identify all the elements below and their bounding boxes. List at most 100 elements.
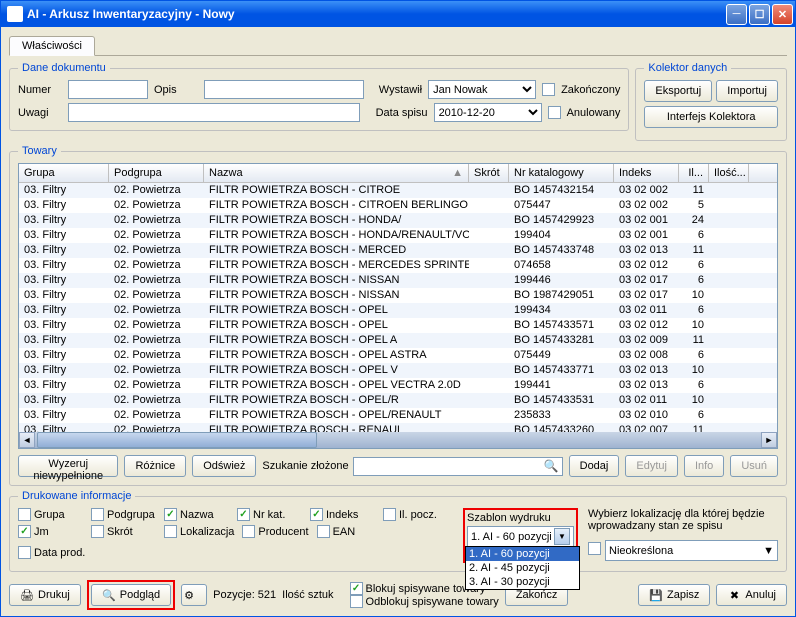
chk-producent[interactable]	[242, 525, 255, 538]
table-row[interactable]: 03. Filtry02. PowietrzaFILTR POWIETRZA B…	[19, 318, 777, 333]
print-icon: 🖨	[20, 588, 34, 602]
podglad-button[interactable]: 🔍Podgląd	[91, 584, 171, 606]
save-icon: 💾	[649, 588, 663, 602]
col-skrot[interactable]: Skrót	[469, 164, 509, 182]
settings-down-button[interactable]: ⚙	[181, 584, 207, 606]
importuj-button[interactable]: Importuj	[716, 80, 778, 102]
gear-icon: ⚙	[184, 589, 194, 602]
scroll-right-arrow[interactable]: ►	[761, 432, 777, 448]
col-grupa[interactable]: Grupa	[19, 164, 109, 182]
table-row[interactable]: 03. Filtry02. PowietrzaFILTR POWIETRZA B…	[19, 303, 777, 318]
minimize-button[interactable]: ─	[726, 4, 747, 25]
chevron-down-icon[interactable]: ▼	[763, 545, 774, 557]
towary-group: Towary Grupa Podgrupa Nazwa▲ Skrót Nr ka…	[9, 145, 787, 486]
chk-lokal[interactable]	[588, 542, 601, 555]
anulowany-label: Anulowany	[567, 107, 621, 119]
odswiez-button[interactable]: Odśwież	[192, 455, 256, 477]
chk-blokuj[interactable]: ✓	[350, 582, 363, 595]
szablon-dropdown[interactable]: 1. AI - 60 pozycji 2. AI - 45 pozycji 3.…	[465, 546, 580, 590]
table-row[interactable]: 03. Filtry02. PowietrzaFILTR POWIETRZA B…	[19, 243, 777, 258]
col-nazwa[interactable]: Nazwa▲	[204, 164, 469, 182]
zakonczony-checkbox[interactable]	[542, 83, 555, 96]
dodaj-button[interactable]: Dodaj	[569, 455, 620, 477]
eksportuj-button[interactable]: Eksportuj	[644, 80, 712, 102]
col-podgrupa[interactable]: Podgrupa	[109, 164, 204, 182]
table-row[interactable]: 03. Filtry02. PowietrzaFILTR POWIETRZA B…	[19, 228, 777, 243]
usun-button[interactable]: Usuń	[730, 455, 778, 477]
table-row[interactable]: 03. Filtry02. PowietrzaFILTR POWIETRZA B…	[19, 423, 777, 432]
szablon-option-2[interactable]: 2. AI - 45 pozycji	[466, 561, 579, 575]
wystawil-select[interactable]: Jan Nowak	[428, 80, 536, 99]
zapisz-button[interactable]: 💾Zapisz	[638, 584, 710, 606]
scroll-thumb[interactable]	[37, 432, 317, 448]
app-window: AI - Arkusz Inwentaryzacyjny - Nowy ─ ☐ …	[0, 0, 796, 617]
col-indeks[interactable]: Indeks	[614, 164, 679, 182]
tabstrip: Właściwości	[9, 31, 787, 56]
chk-ilpocz[interactable]	[383, 508, 396, 521]
chk-dataprod[interactable]	[18, 546, 31, 559]
szablon-option-3[interactable]: 3. AI - 30 pozycji	[466, 575, 579, 589]
opis-input[interactable]	[204, 80, 364, 99]
search-input[interactable]	[353, 457, 563, 476]
numer-input[interactable]	[68, 80, 148, 99]
chevron-down-icon[interactable]: ▼	[554, 528, 570, 545]
chk-jm[interactable]: ✓	[18, 525, 31, 538]
close-button[interactable]: ✕	[772, 4, 793, 25]
table-row[interactable]: 03. Filtry02. PowietrzaFILTR POWIETRZA B…	[19, 348, 777, 363]
chk-nazwa[interactable]: ✓	[164, 508, 177, 521]
anuluj-button[interactable]: ✖Anuluj	[716, 584, 787, 606]
tab-properties[interactable]: Właściwości	[9, 36, 95, 56]
search-icon[interactable]: 🔍	[544, 459, 559, 473]
table-row[interactable]: 03. Filtry02. PowietrzaFILTR POWIETRZA B…	[19, 198, 777, 213]
uwagi-input[interactable]	[68, 103, 360, 122]
col-ilosc[interactable]: Ilość...	[709, 164, 749, 182]
table-row[interactable]: 03. Filtry02. PowietrzaFILTR POWIETRZA B…	[19, 258, 777, 273]
szablon-box: Szablon wydruku 1. AI - 60 pozycji ▼ 1. …	[463, 508, 578, 563]
szablon-label: Szablon wydruku	[467, 512, 574, 524]
dataspisu-input[interactable]: 2010-12-20	[434, 103, 542, 122]
table-row[interactable]: 03. Filtry02. PowietrzaFILTR POWIETRZA B…	[19, 183, 777, 198]
horizontal-scrollbar[interactable]: ◄ ►	[19, 432, 777, 448]
maximize-button[interactable]: ☐	[749, 4, 770, 25]
info-button[interactable]: Info	[684, 455, 724, 477]
table-row[interactable]: 03. Filtry02. PowietrzaFILTR POWIETRZA B…	[19, 273, 777, 288]
table-row[interactable]: 03. Filtry02. PowietrzaFILTR POWIETRZA B…	[19, 378, 777, 393]
titlebar[interactable]: AI - Arkusz Inwentaryzacyjny - Nowy ─ ☐ …	[1, 1, 795, 27]
table-row[interactable]: 03. Filtry02. PowietrzaFILTR POWIETRZA B…	[19, 288, 777, 303]
chk-indeks[interactable]: ✓	[310, 508, 323, 521]
szablon-option-1[interactable]: 1. AI - 60 pozycji	[466, 547, 579, 561]
dataspisu-label: Data spisu	[376, 107, 428, 119]
chk-lokalizacja[interactable]	[164, 525, 177, 538]
grid-body[interactable]: 03. Filtry02. PowietrzaFILTR POWIETRZA B…	[19, 183, 777, 432]
towary-grid[interactable]: Grupa Podgrupa Nazwa▲ Skrót Nr katalogow…	[18, 163, 778, 449]
lokal-combobox[interactable]: Nieokreślona ▼	[605, 540, 778, 561]
lokalizacja-box: Wybierz lokalizację dla której będzie wp…	[588, 508, 778, 563]
roznice-button[interactable]: Różnice	[124, 455, 186, 477]
chk-podgrupa[interactable]	[91, 508, 104, 521]
wyzeruj-button[interactable]: Wyzeruj niewypełnione	[18, 455, 118, 477]
dane-dokumentu-group: Dane dokumentu Numer Opis Wystawił Jan N…	[9, 62, 629, 131]
szukanie-label: Szukanie złożone	[262, 460, 348, 472]
drukowane-legend: Drukowane informacje	[18, 490, 135, 502]
table-row[interactable]: 03. Filtry02. PowietrzaFILTR POWIETRZA B…	[19, 213, 777, 228]
lokal-label: Wybierz lokalizację dla której będzie wp…	[588, 508, 778, 532]
chk-nrkat[interactable]: ✓	[237, 508, 250, 521]
col-il[interactable]: Il...	[679, 164, 709, 182]
chk-ean[interactable]	[317, 525, 330, 538]
grid-header[interactable]: Grupa Podgrupa Nazwa▲ Skrót Nr katalogow…	[19, 164, 777, 183]
table-row[interactable]: 03. Filtry02. PowietrzaFILTR POWIETRZA B…	[19, 333, 777, 348]
table-row[interactable]: 03. Filtry02. PowietrzaFILTR POWIETRZA B…	[19, 363, 777, 378]
scroll-left-arrow[interactable]: ◄	[19, 432, 35, 448]
col-nrkat[interactable]: Nr katalogowy	[509, 164, 614, 182]
chk-skrot[interactable]	[91, 525, 104, 538]
table-row[interactable]: 03. Filtry02. PowietrzaFILTR POWIETRZA B…	[19, 393, 777, 408]
anulowany-checkbox[interactable]	[548, 106, 561, 119]
edytuj-button[interactable]: Edytuj	[625, 455, 678, 477]
drukuj-button[interactable]: 🖨Drukuj	[9, 584, 81, 606]
chk-grupa[interactable]	[18, 508, 31, 521]
chk-odblokuj[interactable]	[350, 595, 363, 608]
interfejs-button[interactable]: Interfejs Kolektora	[644, 106, 778, 128]
szablon-combobox[interactable]: 1. AI - 60 pozycji ▼	[467, 526, 574, 547]
table-row[interactable]: 03. Filtry02. PowietrzaFILTR POWIETRZA B…	[19, 408, 777, 423]
numer-label: Numer	[18, 84, 62, 96]
